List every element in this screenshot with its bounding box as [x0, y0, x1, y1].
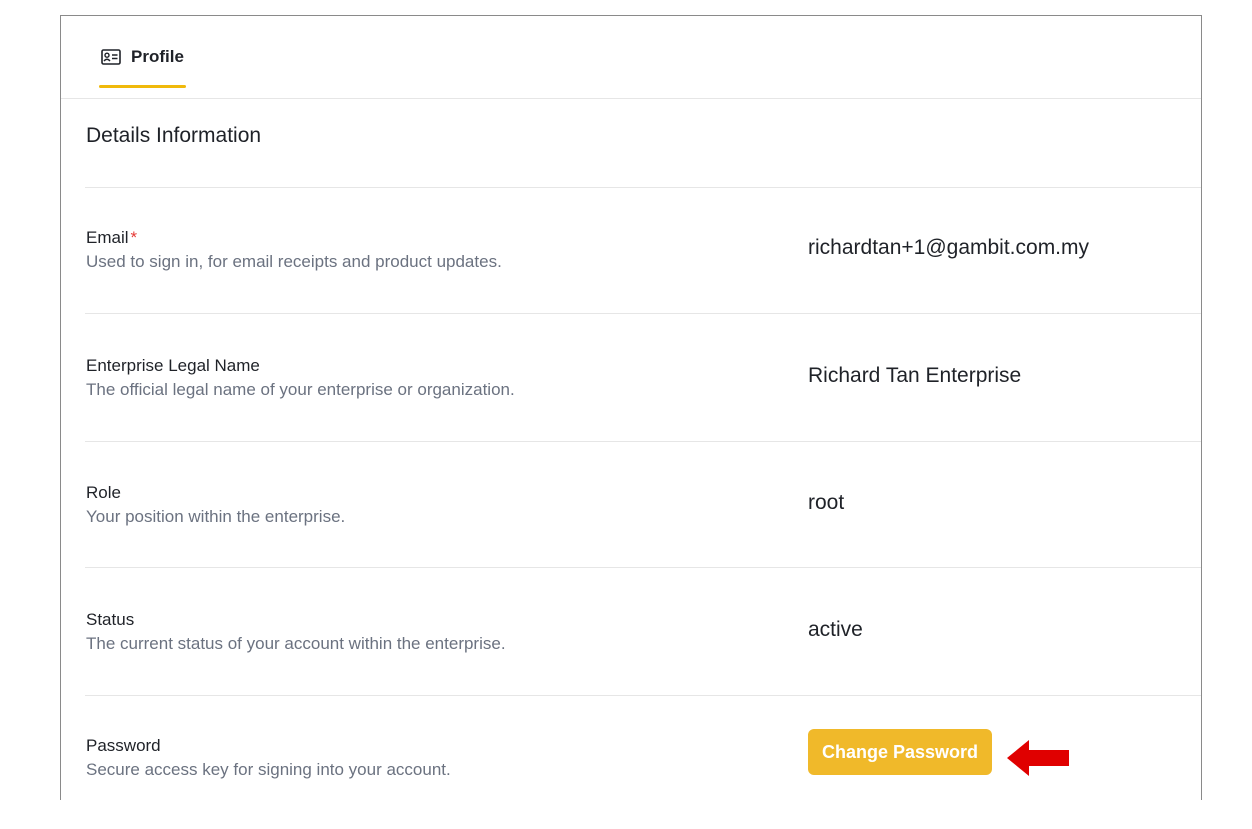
field-description-status: The current status of your account withi…	[86, 634, 506, 653]
tab-profile[interactable]: Profile	[99, 16, 186, 98]
divider	[85, 187, 1201, 188]
field-description-email: Used to sign in, for email receipts and …	[86, 252, 502, 271]
field-label-role: Role	[86, 483, 121, 502]
field-description-enterprise: The official legal name of your enterpri…	[86, 380, 515, 399]
field-value-enterprise: Richard Tan Enterprise	[808, 364, 1022, 387]
field-value-role: root	[808, 491, 845, 514]
field-description-role: Your position within the enterprise.	[86, 507, 346, 526]
divider	[85, 313, 1201, 314]
divider	[85, 567, 1201, 568]
required-marker: *	[130, 228, 138, 247]
field-label-enterprise: Enterprise Legal Name	[86, 356, 260, 375]
divider	[85, 695, 1201, 696]
divider	[85, 441, 1201, 442]
tab-profile-label: Profile	[131, 47, 184, 66]
field-description-password: Secure access key for signing into your …	[86, 760, 451, 779]
change-password-button[interactable]: Change Password	[808, 729, 993, 775]
field-label-status: Status	[86, 610, 135, 629]
id-card-icon	[101, 49, 121, 65]
tab-bar: Profile	[61, 16, 1201, 99]
profile-panel: Profile Details Information Email * Used …	[60, 15, 1202, 800]
field-label-email: Email *	[86, 228, 137, 248]
field-label-password: Password	[86, 736, 161, 755]
section-title: Details Information	[86, 124, 262, 147]
email-label-text: Email	[86, 228, 129, 247]
field-value-email: richardtan+1@gambit.com.my	[808, 236, 1090, 259]
arrow-left-icon	[1007, 740, 1069, 776]
field-value-status: active	[808, 618, 863, 641]
